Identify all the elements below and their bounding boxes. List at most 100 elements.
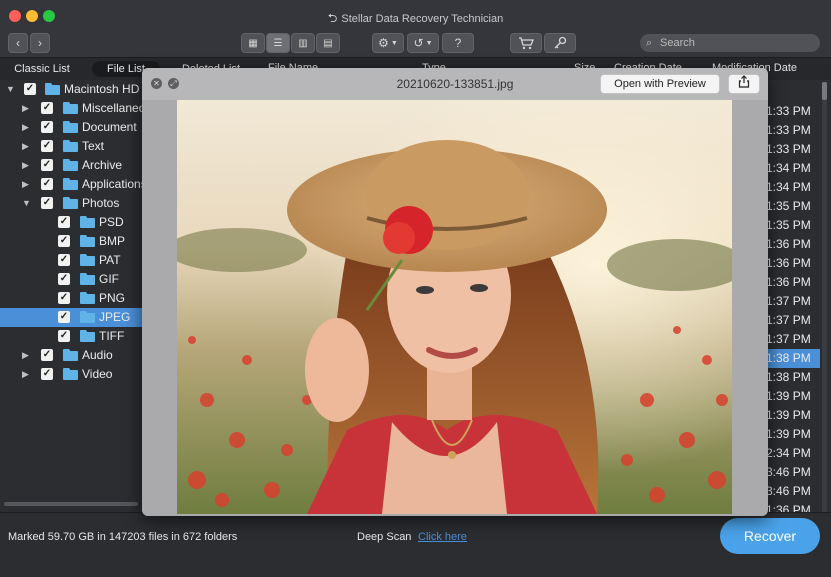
tree-item[interactable]: ✓ JPEG	[0, 308, 142, 327]
file-list-scroll-thumb[interactable]	[822, 82, 827, 100]
tree-item-checkbox[interactable]: ✓	[24, 83, 36, 95]
coverflow-view-button[interactable]: ▤	[316, 33, 340, 53]
tree-item[interactable]: ▶ ✓ Applications	[0, 175, 147, 194]
tree-item-checkbox[interactable]: ✓	[41, 197, 53, 209]
modification-date-cell[interactable]: 1:39 PM	[766, 425, 820, 444]
tree-item-label: TIFF	[99, 329, 125, 343]
help-button[interactable]: ?	[442, 33, 474, 53]
tree-item[interactable]: ▶ ✓ Audio	[0, 346, 142, 365]
modification-date-cell[interactable]: 1:36 PM	[766, 254, 820, 273]
tree-item[interactable]: ▶ ✓ Archive	[0, 156, 142, 175]
open-with-preview-button[interactable]: Open with Preview	[600, 74, 720, 94]
folder-icon	[80, 292, 95, 304]
app-return-icon: ⮌	[327, 11, 338, 25]
modification-date-cell[interactable]: 1:36 PM	[766, 235, 820, 254]
list-view-button[interactable]: ☰	[266, 33, 290, 53]
modification-date-cell[interactable]: 1:39 PM	[766, 406, 820, 425]
modification-date-cell[interactable]: 1:35 PM	[766, 197, 820, 216]
tree-item-checkbox[interactable]: ✓	[58, 292, 70, 304]
tree-item-label: PNG	[99, 291, 126, 305]
disclosure-collapsed-icon[interactable]: ▶	[22, 141, 29, 152]
folder-icon	[63, 140, 78, 152]
tree-item[interactable]: ✓ PNG	[0, 289, 142, 308]
cart-button[interactable]	[510, 33, 542, 53]
tree-item[interactable]: ▼ ✓ Macintosh HD	[0, 80, 142, 99]
tree-item[interactable]: ▶ ✓ Miscellaneous	[0, 99, 158, 118]
tree-item-checkbox[interactable]: ✓	[58, 235, 70, 247]
tree-item[interactable]: ✓ PAT	[0, 251, 142, 270]
modification-date-cell[interactable]: 1:37 PM	[766, 292, 820, 311]
tree-item[interactable]: ✓ PSD	[0, 213, 142, 232]
tree-item-checkbox[interactable]: ✓	[58, 273, 70, 285]
disclosure-collapsed-icon[interactable]: ▶	[22, 122, 29, 133]
tree-item-checkbox[interactable]: ✓	[58, 216, 70, 228]
key-icon	[554, 36, 567, 49]
tree-item-checkbox[interactable]: ✓	[58, 254, 70, 266]
modification-date-cell[interactable]: 1:39 PM	[766, 387, 820, 406]
modification-date-cell[interactable]: 1:33 PM	[766, 121, 820, 140]
tree-item-checkbox[interactable]: ✓	[58, 311, 70, 323]
modification-date-cell[interactable]: 1:35 PM	[766, 216, 820, 235]
deep-scan-label: Deep Scan	[357, 531, 412, 543]
back-button[interactable]: ‹	[8, 33, 28, 53]
tree-item[interactable]: ▶ ✓ Text	[0, 137, 142, 156]
modification-date-cell[interactable]: 3:46 PM	[766, 482, 820, 501]
modification-date-cell[interactable]: 1:37 PM	[766, 311, 820, 330]
modification-date-cell[interactable]: 2:34 PM	[766, 444, 820, 463]
tree-item-checkbox[interactable]: ✓	[41, 159, 53, 171]
tree-item[interactable]: ✓ TIFF	[0, 327, 142, 346]
share-button[interactable]	[728, 74, 760, 94]
tree-item[interactable]: ▶ ✓ Document	[0, 118, 142, 137]
icon-view-icon: ▦	[248, 37, 258, 49]
modification-date-cell[interactable]: 1:33 PM	[766, 140, 820, 159]
modification-date-cell[interactable]: 1:36 PM	[766, 273, 820, 292]
disclosure-collapsed-icon[interactable]: ▶	[22, 179, 29, 190]
modification-date-cell[interactable]: 1:34 PM	[766, 178, 820, 197]
tree-item-checkbox[interactable]: ✓	[58, 330, 70, 342]
tree-item-checkbox[interactable]: ✓	[41, 140, 53, 152]
modification-date-cell[interactable]: 1:38 PM	[766, 368, 820, 387]
tree-item-label: Audio	[82, 348, 113, 362]
tree-item-checkbox[interactable]: ✓	[41, 178, 53, 190]
disclosure-collapsed-icon[interactable]: ▶	[22, 350, 29, 361]
disclosure-collapsed-icon[interactable]: ▶	[22, 160, 29, 171]
tree-item-label: Macintosh HD	[64, 82, 140, 96]
tree-item-label: Archive	[82, 158, 123, 172]
tree-item-checkbox[interactable]: ✓	[41, 121, 53, 133]
modification-date-cell[interactable]: 3:46 PM	[766, 463, 820, 482]
disclosure-collapsed-icon[interactable]: ▶	[22, 369, 29, 380]
tree-item-checkbox[interactable]: ✓	[41, 349, 53, 361]
tree-item[interactable]: ▶ ✓ Video	[0, 365, 142, 384]
window-title: ⮌ Stellar Data Recovery Technician	[0, 9, 831, 30]
tab-classic-list[interactable]: Classic List	[6, 61, 78, 77]
modification-date-cell[interactable]: 1:37 PM	[766, 330, 820, 349]
recover-button[interactable]: Recover	[720, 518, 820, 554]
modification-date-cell[interactable]: 1:38 PM	[766, 349, 820, 368]
marked-summary: Marked 59.70 GB in 147203 files in 672 f…	[8, 531, 238, 543]
disk-icon	[45, 83, 60, 95]
disclosure-collapsed-icon[interactable]: ▶	[22, 103, 29, 114]
back-icon: ‹	[16, 36, 20, 50]
deep-scan-link[interactable]: Click here	[418, 531, 467, 543]
activation-key-button[interactable]	[544, 33, 576, 53]
tree-item[interactable]: ✓ BMP	[0, 232, 142, 251]
tree-item-checkbox[interactable]: ✓	[41, 368, 53, 380]
tree-item[interactable]: ✓ GIF	[0, 270, 142, 289]
file-list-vertical-scrollbar[interactable]	[822, 82, 827, 512]
column-view-icon: ▥	[298, 37, 308, 49]
forward-button[interactable]: ›	[30, 33, 50, 53]
modification-date-cell[interactable]: 1:34 PM	[766, 159, 820, 178]
tree-horizontal-scrollbar[interactable]	[4, 502, 138, 506]
title-bar: ⮌ Stellar Data Recovery Technician	[0, 0, 831, 30]
settings-button[interactable]: ⚙ ▼	[372, 33, 404, 53]
history-button[interactable]: ↺ ▼	[407, 33, 439, 53]
modification-date-cell[interactable]: 1:33 PM	[766, 102, 820, 121]
tree-item-label: PSD	[99, 215, 124, 229]
column-view-button[interactable]: ▥	[291, 33, 315, 53]
disclosure-expanded-icon[interactable]: ▼	[22, 198, 31, 208]
icon-view-button[interactable]: ▦	[241, 33, 265, 53]
disclosure-expanded-icon[interactable]: ▼	[6, 84, 15, 94]
tree-item-checkbox[interactable]: ✓	[41, 102, 53, 114]
search-input[interactable]: ⌕ Search	[640, 34, 820, 52]
tree-item[interactable]: ▼ ✓ Photos	[0, 194, 142, 213]
